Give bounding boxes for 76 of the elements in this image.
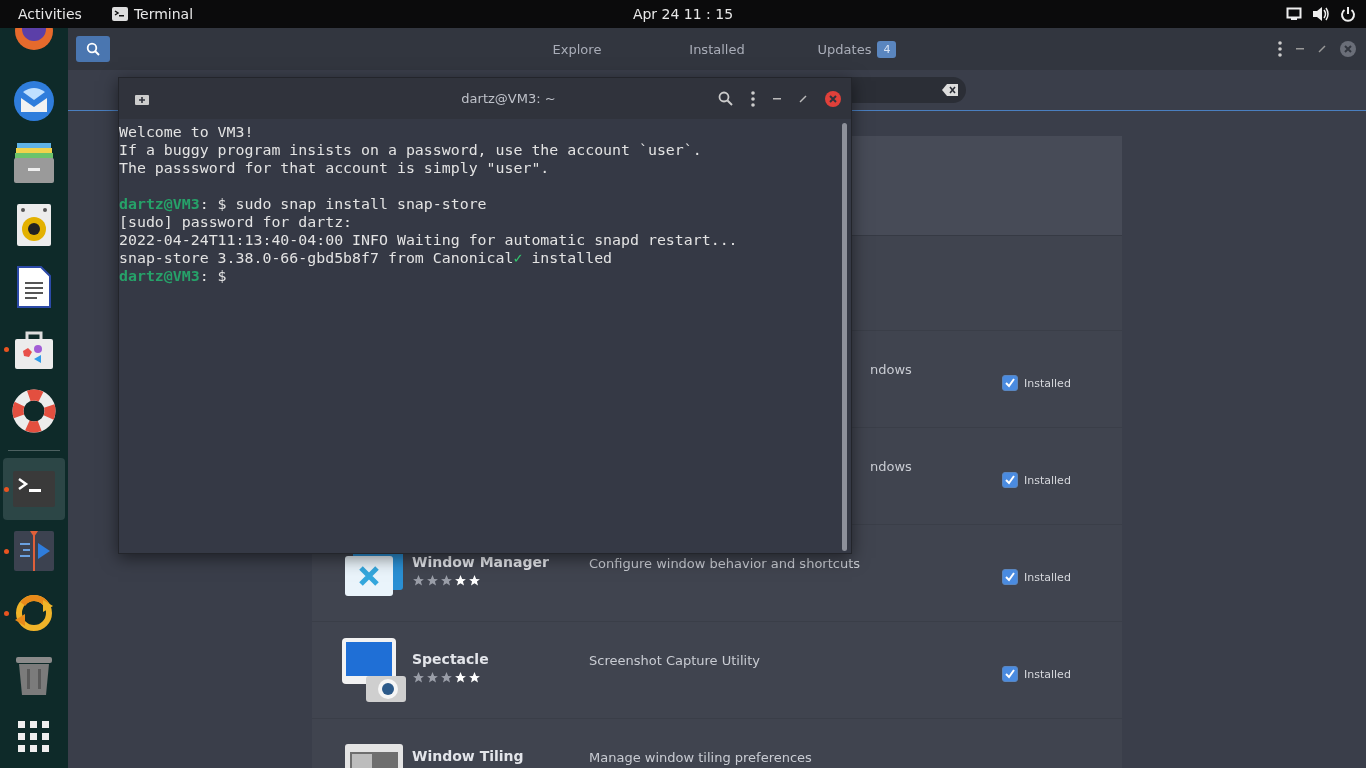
installed-label: Installed: [1024, 570, 1071, 584]
app-name: Window Manager: [412, 554, 550, 570]
window-title: dartz@VM3: ~: [460, 91, 556, 106]
minimize-icon[interactable]: [773, 97, 781, 100]
new-tab-button[interactable]: [135, 92, 149, 105]
checkmark-icon: [1004, 668, 1016, 680]
file-cabinet-icon: [13, 143, 55, 183]
terminal-line: [sudo] password for dartz:: [119, 213, 354, 231]
terminal-line: 2022-04-24T11:13:40-04:00 INFO Waiting for automatic snapd restart...: [119, 231, 739, 249]
clock[interactable]: Apr 24 11 : 15: [632, 6, 734, 22]
app-name: Spectacle: [412, 651, 490, 667]
terminal-line: If a buggy program insists on a password, use the account `user`.: [119, 141, 703, 159]
tab[interactable]: Updates 4: [787, 34, 927, 64]
star-icon: [426, 574, 439, 587]
installed-checkbox[interactable]: [1002, 472, 1018, 488]
terminal-line: dartz@VM3: $ sudo snap install snap-store: [119, 195, 488, 213]
mail-bird-icon: [13, 80, 55, 122]
terminal-icon: [111, 7, 128, 21]
terminal-line: snap-store 3.38.0-66-gbd5b8f7 from Canonical✓ installed: [119, 249, 614, 267]
star-icon: [468, 574, 481, 587]
app-menu[interactable]: Terminal: [111, 6, 194, 22]
clear-icon[interactable]: [942, 84, 958, 96]
installed-checkbox[interactable]: [1002, 666, 1018, 682]
browser-icon: [14, 28, 54, 51]
activities-button[interactable]: Activities: [18, 6, 82, 22]
star-icon: [454, 671, 467, 684]
app-description: Screenshot Capture Utility: [589, 652, 761, 668]
installed-label: Installed: [1024, 473, 1071, 487]
star-icon: [440, 671, 453, 684]
star-icon: [468, 671, 481, 684]
checkmark-icon: [1004, 377, 1016, 389]
volume-icon[interactable]: [1312, 6, 1330, 22]
terminal-icon: [13, 471, 55, 507]
star-icon: [440, 574, 453, 587]
checkmark-icon: [1004, 474, 1016, 486]
scrollbar[interactable]: [842, 123, 847, 551]
tab[interactable]: Explore: [507, 34, 647, 64]
terminal-line: Welcome to VM3!: [119, 123, 255, 141]
sync-arrows-icon: [13, 592, 55, 634]
shopping-bag-icon: [14, 329, 54, 369]
lifebuoy-icon: [12, 389, 56, 433]
search-icon: [86, 42, 100, 56]
new-tab-icon: [135, 92, 149, 105]
app-description: ndows: [870, 458, 913, 474]
app-description: ndows: [870, 361, 913, 377]
app-description: Manage window tiling preferences: [589, 749, 813, 765]
search-icon[interactable]: [718, 91, 733, 106]
star-icon: [412, 574, 425, 587]
menu-icon[interactable]: [751, 90, 755, 107]
screen-icon[interactable]: [1286, 7, 1302, 21]
monitor-camera-icon: [342, 638, 406, 702]
installed-checkbox[interactable]: [1002, 375, 1018, 391]
maximize-icon[interactable]: [1318, 45, 1326, 53]
power-icon[interactable]: [1340, 6, 1356, 22]
maximize-icon[interactable]: [799, 94, 807, 103]
star-icon: [454, 574, 467, 587]
star-icon: [412, 671, 425, 684]
document-icon: [17, 266, 51, 308]
terminal-line: dartz@VM3: $: [119, 267, 228, 285]
trash-icon: [16, 655, 52, 695]
speaker-icon: [17, 204, 51, 246]
count-badge: 4: [877, 40, 897, 58]
installed-label: Installed: [1024, 667, 1071, 681]
app-grid-icon: [18, 721, 50, 753]
terminal-line: The passsword for that account is simply "user".: [119, 159, 551, 177]
checkmark-icon: [1004, 571, 1016, 583]
installed-label: Installed: [1024, 376, 1071, 390]
app-name: Window Tiling: [412, 748, 525, 764]
close-icon[interactable]: [1340, 41, 1356, 57]
menu-icon[interactable]: [1278, 41, 1282, 57]
tab[interactable]: Installed: [647, 34, 787, 64]
search-button[interactable]: [76, 36, 110, 62]
installed-checkbox[interactable]: [1002, 569, 1018, 585]
star-icon: [426, 671, 439, 684]
app-description: Configure window behavior and shortcuts: [589, 555, 862, 571]
close-icon[interactable]: [825, 90, 841, 107]
